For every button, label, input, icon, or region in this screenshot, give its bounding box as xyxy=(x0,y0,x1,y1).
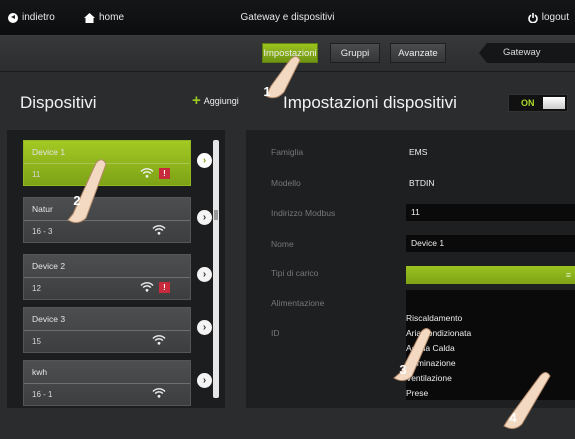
power-icon xyxy=(528,12,538,23)
chevron-right-icon[interactable]: › xyxy=(197,210,212,225)
device-list: Device 1 11 ! › Natur 16 - 3 › Device 2 … xyxy=(7,130,225,408)
wifi-icon xyxy=(140,168,154,181)
name-input[interactable]: Device 1 xyxy=(406,235,575,252)
field-label-id: ID xyxy=(271,328,280,338)
field-label-modbus: Indirizzo Modbus xyxy=(271,208,336,218)
add-device-button[interactable]: + Aggiungi xyxy=(192,92,239,109)
card-divider xyxy=(24,330,190,331)
toggle-knob[interactable] xyxy=(543,97,565,109)
chevron-right-icon[interactable]: › xyxy=(197,373,212,388)
device-value: 16 - 1 xyxy=(32,390,53,399)
wifi-icon xyxy=(152,225,166,238)
field-label-nome: Nome xyxy=(271,239,294,249)
device-value: 11 xyxy=(32,170,41,179)
scrollbar-thumb[interactable] xyxy=(214,210,218,220)
field-value-famiglia: EMS xyxy=(409,147,428,157)
device-name: Device 1 xyxy=(32,147,66,157)
menu-lines-icon: ≡ xyxy=(565,270,571,280)
gateway-tab[interactable]: Gateway xyxy=(479,43,575,63)
device-name: Device 2 xyxy=(32,261,66,271)
wifi-icon xyxy=(140,282,154,295)
add-label: Aggiungi xyxy=(203,96,239,106)
chevron-right-icon[interactable]: › xyxy=(197,267,212,282)
tab-bar: Impostazioni Gruppi Avanzate Gateway xyxy=(0,36,575,72)
device-card[interactable]: Natur 16 - 3 › xyxy=(23,197,212,243)
callout-badge: 2 xyxy=(73,193,81,208)
devices-title: Dispositivi xyxy=(20,93,97,112)
dropdown-option[interactable]: Aria condizionata xyxy=(406,328,471,338)
field-label-modello: Modello xyxy=(271,178,301,188)
tab-gruppi[interactable]: Gruppi xyxy=(330,43,380,63)
page-title: Gateway e dispositivi xyxy=(240,12,335,23)
device-card[interactable]: Device 2 12 ! › xyxy=(23,254,212,300)
modbus-address-input[interactable]: 11 xyxy=(406,204,575,221)
dropdown-option[interactable]: Acqua Calda xyxy=(406,343,455,353)
device-card[interactable]: Device 3 15 › xyxy=(23,307,212,353)
card-divider xyxy=(24,277,190,278)
field-label-famiglia: Famiglia xyxy=(271,147,304,157)
device-value: 12 xyxy=(32,284,41,293)
wifi-icon xyxy=(152,335,166,348)
card-divider xyxy=(24,220,190,221)
chevron-right-icon[interactable]: › xyxy=(197,320,212,335)
load-type-select[interactable]: ≡ xyxy=(406,266,575,284)
device-list-scrollbar[interactable] xyxy=(213,140,219,398)
device-name: Natur xyxy=(32,204,53,214)
callout-badge: 4 xyxy=(509,410,517,425)
device-name: Device 3 xyxy=(32,314,66,324)
on-off-toggle[interactable]: ON xyxy=(508,94,568,112)
device-card[interactable]: Device 1 11 ! › xyxy=(23,140,212,186)
plus-icon: + xyxy=(192,92,201,109)
dropdown-option[interactable]: Prese xyxy=(406,388,428,398)
device-value: 15 xyxy=(32,337,41,346)
field-value-modello: BTDIN xyxy=(409,178,435,188)
settings-title: Impostazioni dispositivi xyxy=(283,93,457,112)
device-name: kwh xyxy=(32,367,48,377)
device-value: 16 - 3 xyxy=(32,227,53,236)
logout-button[interactable]: logout xyxy=(528,12,569,23)
alert-icon: ! xyxy=(159,168,170,179)
callout-badge: 1 xyxy=(263,84,271,99)
card-divider xyxy=(24,383,190,384)
chevron-right-icon[interactable]: › xyxy=(197,153,212,168)
dropdown-option[interactable]: Riscaldamento xyxy=(406,313,462,323)
card-divider xyxy=(24,163,190,164)
field-label-tipi-carico: Tipi di carico xyxy=(271,268,319,278)
logout-label: logout xyxy=(541,12,569,23)
tab-avanzate[interactable]: Avanzate xyxy=(390,43,446,63)
alert-icon: ! xyxy=(159,282,170,293)
wifi-icon xyxy=(152,388,166,401)
callout-badge: 3 xyxy=(399,362,407,377)
tab-impostazioni[interactable]: Impostazioni xyxy=(262,43,318,63)
top-bar: indietro home Gateway e dispositivi logo… xyxy=(0,0,575,36)
toggle-label: ON xyxy=(521,98,535,108)
field-label-alimentazione: Alimentazione xyxy=(271,298,325,308)
device-card[interactable]: kwh 16 - 1 › xyxy=(23,360,212,406)
